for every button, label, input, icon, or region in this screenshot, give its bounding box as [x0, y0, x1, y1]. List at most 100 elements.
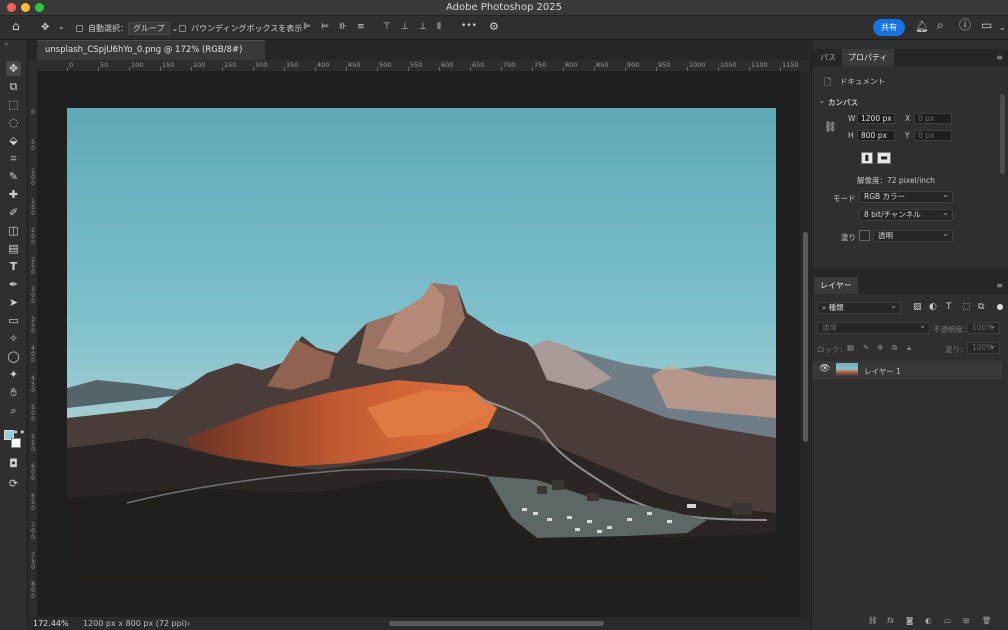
fill-color-swatch[interactable]: [859, 230, 870, 241]
vertical-scrollbar[interactable]: [800, 72, 810, 617]
bounding-box-checkbox[interactable]: [179, 24, 186, 32]
layer-row[interactable]: 👁︎ レイヤー 1: [812, 361, 1002, 379]
crop-tool-icon[interactable]: ⌗: [6, 151, 21, 166]
portrait-orientation-icon[interactable]: ▮: [861, 152, 873, 164]
ellipse-tool-icon[interactable]: ◯: [6, 349, 21, 364]
new-group-icon[interactable]: ▭: [944, 616, 951, 625]
share-button[interactable]: 共有: [873, 19, 905, 36]
bounding-box-option[interactable]: バウンディングボックスを表示: [179, 20, 302, 36]
lasso-tool-icon[interactable]: ◌: [6, 115, 21, 130]
tab-layers[interactable]: レイヤー: [814, 277, 858, 294]
auto-select-option[interactable]: 自動選択：: [76, 20, 128, 36]
width-field[interactable]: 1200 px: [857, 113, 895, 124]
align-center-icon[interactable]: ⊨: [321, 22, 329, 33]
link-icon[interactable]: ⛓: [824, 122, 837, 133]
filter-toggle[interactable]: [997, 304, 1003, 310]
home-icon[interactable]: ⌂: [12, 20, 20, 32]
rectangle-tool-icon[interactable]: ▭: [6, 313, 21, 328]
chevron-down-icon[interactable]: ⌄: [58, 21, 65, 32]
artboard-tool-icon[interactable]: ⧉: [6, 79, 21, 94]
custom-shape-tool-icon[interactable]: ✦: [6, 367, 21, 382]
lock-image-icon[interactable]: ✎: [863, 343, 869, 352]
distribute-icon[interactable]: ≡: [357, 22, 365, 33]
filter-type-icon[interactable]: T: [946, 302, 952, 312]
adjustment-layer-icon[interactable]: ◐: [925, 616, 932, 625]
lock-all-icon[interactable]: 🔒︎: [907, 343, 911, 353]
layer-fill-field[interactable]: 100%: [967, 341, 1000, 354]
link-layers-icon[interactable]: ⛓: [868, 616, 878, 625]
background-color-swatch[interactable]: [11, 438, 21, 448]
filter-smart-object-icon[interactable]: ⧉: [978, 302, 984, 312]
align-bottom-icon[interactable]: ⊥: [419, 22, 427, 33]
workspace-icon[interactable]: ▭: [981, 19, 992, 31]
trash-icon[interactable]: 🗑︎: [982, 616, 992, 625]
filter-adjustment-icon[interactable]: ◐: [929, 302, 937, 312]
layer-name[interactable]: レイヤー 1: [864, 366, 901, 377]
search-icon[interactable]: ⌕: [937, 19, 944, 31]
pen-tool-icon[interactable]: ✒: [6, 277, 21, 292]
zoom-tool-icon[interactable]: ⌕: [6, 403, 21, 418]
tab-paths[interactable]: パス: [814, 49, 842, 66]
height-field[interactable]: 800 px: [857, 130, 895, 141]
marquee-tool-icon[interactable]: ⬚: [6, 97, 21, 112]
path-select-tool-icon[interactable]: ➤: [6, 295, 21, 310]
quick-mask-icon[interactable]: ◘: [6, 456, 21, 471]
panel-menu-icon[interactable]: ≡: [996, 53, 1003, 62]
move-tool-icon[interactable]: ✥: [6, 61, 21, 76]
ruler-origin[interactable]: [29, 60, 38, 72]
type-tool-icon[interactable]: T: [6, 259, 21, 274]
landscape-orientation-icon[interactable]: ▬: [877, 152, 891, 164]
properties-scroll-thumb[interactable]: [1000, 94, 1005, 174]
auto-select-checkbox[interactable]: [76, 24, 83, 32]
horizontal-ruler[interactable]: 0 50 100 150 200 250 300 350 400 450 500 550 600 650 7…: [38, 60, 830, 72]
color-mode-dropdown[interactable]: RGB カラー: [859, 190, 953, 203]
align-middle-icon[interactable]: ⊥: [401, 22, 409, 33]
fill-dropdown[interactable]: 透明: [873, 229, 953, 242]
panel-menu-icon[interactable]: ≡: [996, 281, 1003, 290]
horizontal-scroll-thumb[interactable]: [389, 621, 604, 626]
move-tool-icon[interactable]: ✥: [41, 22, 49, 33]
canvas-section-title[interactable]: カンバス: [828, 97, 858, 108]
chevron-down-icon[interactable]: ⌄: [819, 97, 825, 105]
distribute-vertical-icon[interactable]: ⦀: [437, 22, 441, 33]
layer-style-icon[interactable]: fx: [887, 616, 894, 625]
filter-pixel-icon[interactable]: ▨: [913, 302, 922, 312]
canvas-image[interactable]: [67, 108, 776, 580]
gear-icon[interactable]: ⚙: [489, 21, 499, 32]
chevron-down-icon[interactable]: ⌄: [999, 22, 1006, 33]
lock-transparent-icon[interactable]: ▦: [847, 343, 854, 352]
bell-icon[interactable]: 🔔︎: [915, 21, 929, 32]
eraser-tool-icon[interactable]: ◫: [6, 223, 21, 238]
eye-icon[interactable]: 👁︎: [819, 364, 830, 374]
add-mask-icon[interactable]: ◙: [906, 616, 913, 625]
bit-depth-dropdown[interactable]: 8 bit/チャンネル: [859, 208, 953, 221]
blend-mode-dropdown[interactable]: 通常: [817, 321, 930, 334]
opacity-field[interactable]: 100%: [967, 321, 1000, 334]
generative-brush-tool-icon[interactable]: ✧: [6, 331, 21, 346]
vertical-scroll-thumb[interactable]: [803, 232, 808, 442]
tab-properties[interactable]: プロパティ: [842, 49, 894, 66]
gradient-tool-icon[interactable]: ▤: [6, 241, 21, 256]
eyedropper-tool-icon[interactable]: ✎: [6, 169, 21, 184]
document-tab[interactable]: unsplash_CSpjU6hYo_0.png @ 172% (RGB/8#): [37, 40, 265, 60]
status-menu-arrow[interactable]: ›: [187, 617, 190, 630]
screen-mode-icon[interactable]: ⟳: [6, 476, 21, 491]
align-top-icon[interactable]: ⊤: [383, 22, 391, 33]
help-icon[interactable]: ⓘ: [959, 19, 971, 31]
lock-artboard-icon[interactable]: ⧉: [892, 343, 897, 353]
zoom-level[interactable]: 172.44%: [33, 617, 69, 630]
collapse-icon[interactable]: »: [4, 40, 8, 48]
x-field[interactable]: 0 px: [914, 113, 952, 124]
brush-tool-icon[interactable]: ✐: [6, 205, 21, 220]
new-layer-icon[interactable]: ⊞: [963, 616, 969, 625]
healing-brush-tool-icon[interactable]: ✚: [6, 187, 21, 202]
y-field[interactable]: 0 px: [914, 130, 952, 141]
hand-tool-icon[interactable]: ✋︎: [6, 385, 21, 400]
object-select-tool-icon[interactable]: ⬙: [6, 133, 21, 148]
layer-filter-dropdown[interactable]: ⌕ 種類: [817, 301, 901, 314]
vertical-ruler[interactable]: 0 50 100 150 200 250 300 350 400 450 500 550 600 650 7…: [29, 72, 38, 617]
align-right-icon[interactable]: ⊪: [339, 22, 347, 33]
more-options-icon[interactable]: •••: [461, 21, 477, 32]
lock-position-icon[interactable]: ✥: [877, 343, 883, 352]
auto-select-dropdown[interactable]: グループ ⌄: [128, 20, 178, 36]
